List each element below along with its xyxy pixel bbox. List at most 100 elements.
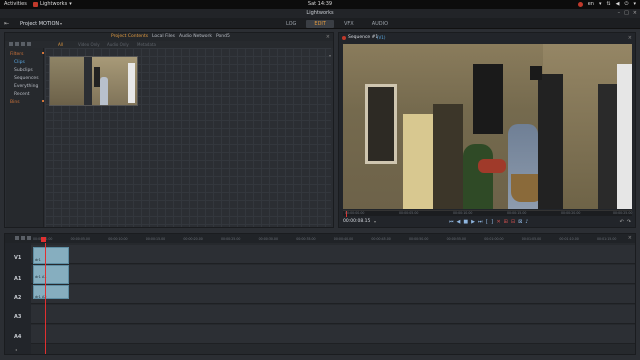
stop-icon[interactable]: ■ <box>463 219 468 225</box>
remove-icon[interactable] <box>15 42 19 46</box>
clear-marks-icon[interactable]: ✕ <box>496 219 500 225</box>
tab-log[interactable]: LOG <box>278 20 304 28</box>
track-lane-v1[interactable]: dr1 <box>31 245 635 264</box>
tab-project-contents[interactable]: Project Contents <box>111 34 148 39</box>
volume-icon[interactable]: ◀ <box>616 1 620 7</box>
timeline-ruler-tick: 00:00:35.00 <box>296 237 316 241</box>
subtab-video-only[interactable]: Video Only <box>78 42 100 47</box>
track-label-a2[interactable]: A2 <box>14 295 21 301</box>
chevron-down-icon[interactable]: ▾ <box>60 21 62 26</box>
play-icon[interactable]: ▶ <box>471 219 475 225</box>
mark-out-icon[interactable]: ⟧ <box>491 219 493 225</box>
replace-icon[interactable]: ⊟ <box>511 219 515 225</box>
power-icon[interactable]: ⏻ <box>625 1 629 7</box>
chevron-down-icon[interactable]: ▾ <box>329 53 331 58</box>
track-label-a3[interactable]: A3 <box>14 314 21 320</box>
timeline-ruler-tick: 00:00:55.00 <box>446 237 466 241</box>
app-menu-bar: ⇤ Project MOTION ▾ LOG EDIT VFX AUDIO <box>0 18 640 29</box>
collapse-icon[interactable]: ◂ <box>15 347 17 352</box>
snap-icon[interactable] <box>21 236 25 240</box>
track-headers: V1 A1 A2 A3 A4 <box>5 243 31 354</box>
track-label-a1[interactable]: A1 <box>14 276 21 282</box>
content-tabs: Project Contents Local Files Audio Netwo… <box>5 33 333 41</box>
viewer-scrub-bar[interactable]: 00:00:00.00 00:00:05.00 00:00:10.00 00:0… <box>343 210 633 217</box>
tab-audio[interactable]: AUDIO <box>364 20 396 28</box>
timecode-display[interactable]: 00:00:08.15 <box>343 219 370 224</box>
settings-icon[interactable] <box>15 236 19 240</box>
clip-label: dr1 <box>35 258 41 262</box>
viewer-ruler-tick: 00:00:20.00 <box>561 211 581 215</box>
mark-in-icon[interactable]: ⟦ <box>485 219 487 225</box>
video-clip[interactable]: dr1 <box>33 247 69 264</box>
timecode-dropdown-icon[interactable]: ▾ <box>374 219 376 224</box>
sidebar-item-recent[interactable]: Recent <box>14 92 30 97</box>
audio-clip[interactable]: dr1 A2 <box>33 285 69 299</box>
redo-icon[interactable]: ↷ <box>627 219 631 225</box>
timeline-playhead[interactable] <box>45 243 46 354</box>
track-lane-a3[interactable] <box>31 305 635 324</box>
viewer-ruler-tick: 00:00:25.00 <box>613 211 633 215</box>
timeline-panel: 00:00:00.0000:00:05.0000:00:10.0000:00:1… <box>4 233 636 355</box>
playhead-handle[interactable] <box>41 237 46 242</box>
insert-icon[interactable]: ⊞ <box>504 219 508 225</box>
view-mode-icon[interactable] <box>27 42 31 46</box>
track-lane-a1[interactable]: dr1 A1 <box>31 265 635 284</box>
timeline-ruler-tick: 00:00:10.00 <box>108 237 128 241</box>
keyboard-layout[interactable]: en <box>588 1 594 7</box>
tab-edit[interactable]: EDIT <box>306 20 334 28</box>
exit-project-icon[interactable]: ⇤ <box>4 20 9 27</box>
sidebar-item-subclips[interactable]: Subclips <box>14 68 33 73</box>
tab-local-files[interactable]: Local Files <box>152 34 175 39</box>
chevron-down-icon: ▾ <box>598 1 602 7</box>
go-to-start-icon[interactable]: ⏮ <box>449 219 454 225</box>
clip-thumbnail[interactable] <box>49 56 138 106</box>
sidebar-item-sequences[interactable]: Sequences <box>14 76 39 81</box>
viewer-ruler-tick: 00:00:10.00 <box>453 211 473 215</box>
sidebar-item-clips[interactable]: Clips <box>14 60 25 65</box>
room-tabs: LOG EDIT VFX AUDIO <box>278 20 396 28</box>
viewer-title[interactable]: Sequence #1 <box>348 35 378 40</box>
search-icon[interactable] <box>21 42 25 46</box>
subtab-audio-only[interactable]: Audio Only <box>107 42 129 47</box>
viewer-header: Sequence #1 (V1) × <box>339 33 635 43</box>
close-icon[interactable]: × <box>628 235 632 241</box>
close-icon[interactable]: × <box>326 34 330 40</box>
record-indicator-icon[interactable] <box>577 1 583 7</box>
clip-grid[interactable] <box>45 48 331 227</box>
clock[interactable]: Sat 14:39 <box>0 1 640 7</box>
track-label-v1[interactable]: V1 <box>14 255 21 261</box>
project-name[interactable]: Project MOTION <box>20 21 59 27</box>
sidebar-item-everything[interactable]: Everything <box>14 84 38 89</box>
audio-icon[interactable]: ♪ <box>525 219 528 225</box>
system-tray[interactable]: en ▾ ⇅ ◀ ⏻ ▾ <box>577 1 636 7</box>
timeline-ruler-tick: 00:00:15.00 <box>145 237 166 241</box>
maximize-icon[interactable]: □ <box>624 9 629 18</box>
delete-icon[interactable]: ⊠ <box>518 219 522 225</box>
timeline-ruler-tick: 00:00:05.00 <box>70 237 90 241</box>
add-icon[interactable] <box>9 42 13 46</box>
tab-pond5[interactable]: Pond5 <box>216 34 230 39</box>
filter-subtabs: All Video Only Audio Only Metadata <box>5 41 333 48</box>
track-lane-a4[interactable] <box>31 325 635 344</box>
step-back-icon[interactable]: ◀ <box>457 219 461 225</box>
audio-clip[interactable]: dr1 A1 <box>33 265 69 284</box>
tab-audio-network[interactable]: Audio Network <box>179 34 212 39</box>
close-icon[interactable]: × <box>633 9 637 18</box>
filters-header[interactable]: Filters <box>10 52 44 57</box>
video-frame[interactable] <box>343 44 632 209</box>
timeline-header: 00:00:00.0000:00:05.0000:00:10.0000:00:1… <box>5 234 635 243</box>
tab-vfx[interactable]: VFX <box>336 20 362 28</box>
subtab-metadata[interactable]: Metadata <box>137 42 156 47</box>
undo-icon[interactable]: ↶ <box>620 219 624 225</box>
subtab-all[interactable]: All <box>58 42 63 47</box>
timeline-tracks[interactable]: dr1 dr1 A1 dr1 A2 <box>31 243 635 354</box>
bins-header[interactable]: Bins <box>10 100 44 105</box>
track-label-a4[interactable]: A4 <box>14 334 21 340</box>
go-to-end-icon[interactable]: ⏭ <box>478 219 483 225</box>
minimize-icon[interactable]: – <box>618 9 621 18</box>
track-lane-a2[interactable]: dr1 A2 <box>31 285 635 304</box>
close-icon[interactable]: × <box>628 35 632 41</box>
viewer-source[interactable]: (V1) <box>377 35 385 40</box>
viewer-ruler-tick: 00:00:00.00 <box>345 211 365 215</box>
network-icon[interactable]: ⇅ <box>606 1 610 7</box>
